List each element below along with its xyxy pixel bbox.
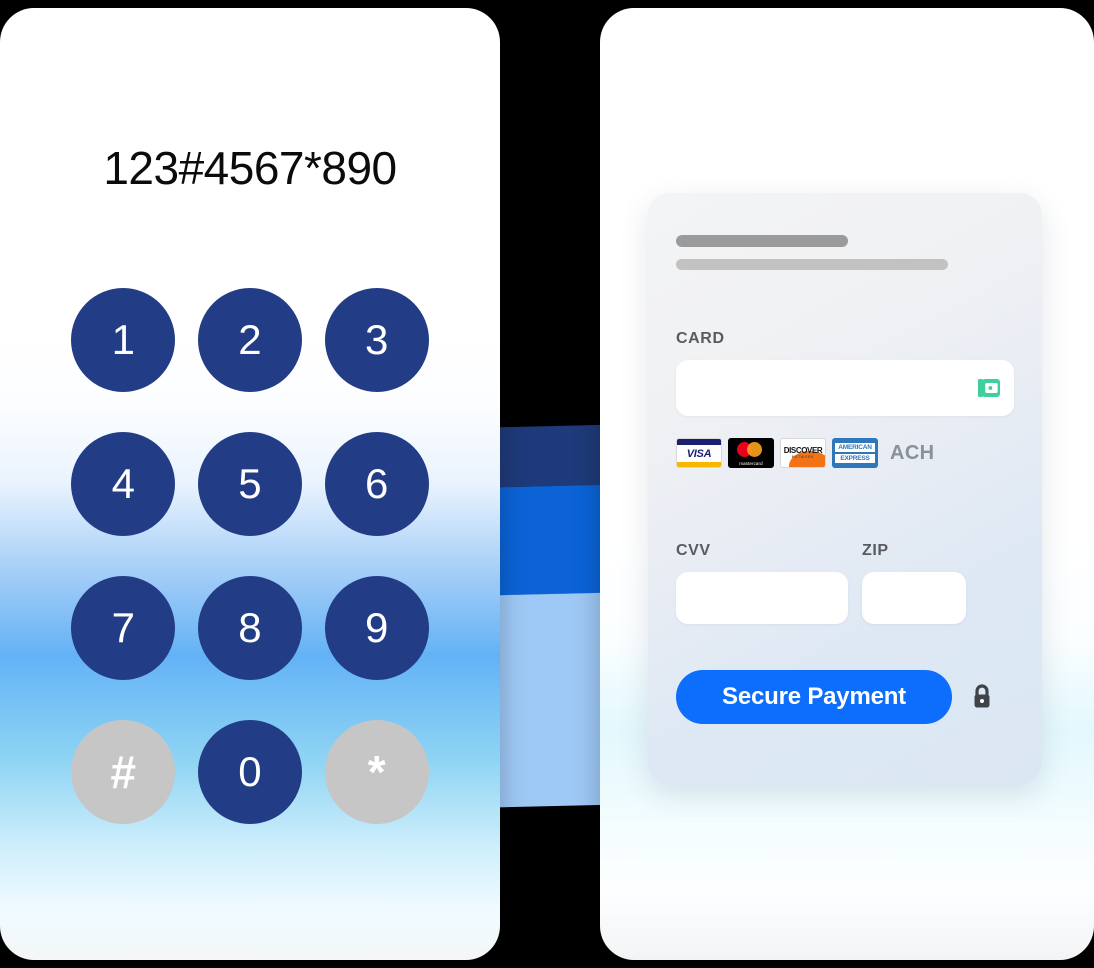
keypad-key-7[interactable]: 7 [71, 576, 176, 680]
keypad-display: 123#4567*890 [103, 142, 397, 194]
keypad-key-6[interactable]: 6 [324, 432, 429, 536]
keypad-panel: 123#4567*890 1 2 3 4 5 6 7 8 9 # 0 * [0, 8, 500, 960]
visa-wordmark: VISA [686, 448, 712, 460]
cvv-field-group: CVV [676, 542, 848, 624]
lock-icon [974, 684, 990, 708]
skeleton-line-secondary [676, 259, 948, 270]
screenshot-root: 123#4567*890 1 2 3 4 5 6 7 8 9 # 0 * CAR… [0, 0, 1094, 968]
mastercard-orange-circle [747, 442, 762, 457]
keypad-key-0[interactable]: 0 [197, 720, 302, 824]
discover-icon: DISCOVER NETWORK [780, 438, 826, 468]
keypad-key-5[interactable]: 5 [197, 432, 302, 536]
cvv-input[interactable] [676, 572, 848, 624]
keypad-key-label: 2 [238, 316, 262, 363]
keypad-key-8[interactable]: 8 [197, 576, 302, 680]
keypad-key-2[interactable]: 2 [197, 288, 302, 392]
amex-line-1: AMERICAN [835, 443, 875, 452]
american-express-icon: AMERICAN EXPRESS [832, 438, 878, 468]
keypad-key-4[interactable]: 4 [71, 432, 176, 536]
secure-payment-button[interactable]: Secure Payment [676, 670, 952, 724]
skeleton-line-primary [676, 235, 848, 247]
keypad-key-1[interactable]: 1 [71, 288, 176, 392]
discover-subtext: NETWORK [791, 455, 815, 459]
payment-form-card: CARD VISA mastercard DISCOVER NETWORK AM… [648, 193, 1042, 785]
wallet-icon[interactable] [978, 378, 1000, 398]
cvv-zip-row: CVV ZIP [676, 542, 1014, 624]
keypad-key-label: 5 [238, 460, 262, 507]
keypad-grid: 1 2 3 4 5 6 7 8 9 # 0 * [60, 288, 440, 824]
amex-line-2: EXPRESS [835, 454, 875, 463]
visa-icon: VISA [676, 438, 722, 468]
accepted-payment-brands: VISA mastercard DISCOVER NETWORK AMERICA… [676, 438, 1014, 468]
keypad-key-9[interactable]: 9 [324, 576, 429, 680]
mastercard-wordmark: mastercard [739, 461, 763, 466]
card-number-input[interactable] [676, 360, 1014, 416]
keypad-key-label: # [110, 746, 137, 798]
keypad-key-3[interactable]: 3 [324, 288, 429, 392]
keypad-key-label: 6 [364, 460, 389, 507]
keypad-key-label: 9 [364, 604, 389, 651]
cvv-field-label: CVV [676, 542, 711, 559]
keypad-key-label: 8 [238, 604, 262, 651]
visa-top-bar [677, 439, 721, 445]
ach-label: ACH [890, 441, 935, 464]
keypad-key-asterisk[interactable]: * [324, 720, 429, 824]
keypad-key-label: 3 [364, 316, 389, 363]
zip-input[interactable] [862, 572, 966, 624]
payment-panel: CARD VISA mastercard DISCOVER NETWORK AM… [600, 8, 1094, 960]
keypad-key-label: * [367, 746, 386, 798]
keypad-key-hash[interactable]: # [71, 720, 176, 824]
card-field-label: CARD [676, 330, 725, 347]
zip-field-group: ZIP [862, 542, 966, 624]
mastercard-icon: mastercard [728, 438, 774, 468]
keypad-key-label: 4 [111, 460, 135, 507]
keypad-key-label: 7 [111, 604, 135, 651]
visa-bottom-bar [677, 462, 721, 467]
discover-wordmark: DISCOVER [783, 446, 823, 455]
zip-field-label: ZIP [862, 542, 889, 559]
keypad-key-label: 0 [238, 748, 262, 795]
keypad-key-label: 1 [111, 316, 135, 363]
submit-row: Secure Payment [676, 670, 1014, 724]
